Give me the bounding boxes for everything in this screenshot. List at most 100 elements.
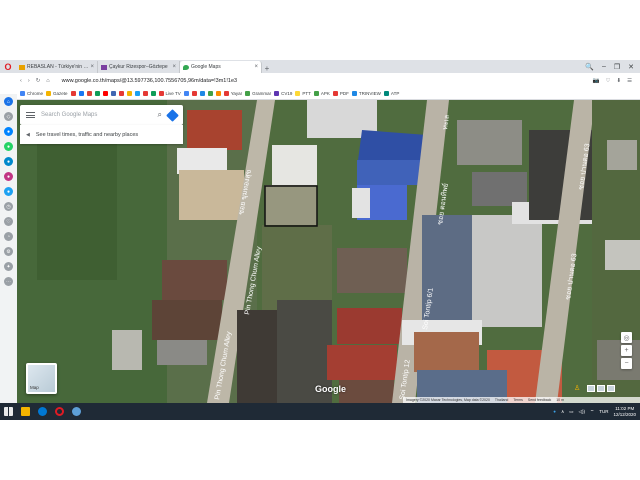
bookmark-item[interactable] bbox=[215, 91, 221, 96]
bookmark-item[interactable] bbox=[150, 91, 156, 96]
messenger-icon[interactable]: ● bbox=[4, 127, 13, 136]
map-controls: ◎ + − bbox=[621, 332, 632, 369]
bookmark-item[interactable]: Live TV bbox=[158, 91, 181, 96]
satellite-map[interactable]: ซอย ขุมทองสุข Pin Thong Chum Alley Pin T… bbox=[17, 100, 640, 403]
zoom-in-button[interactable]: + bbox=[621, 345, 632, 356]
close-window-icon[interactable]: ✕ bbox=[628, 63, 634, 71]
bookmark-item[interactable] bbox=[126, 91, 132, 96]
minimize-icon[interactable]: – bbox=[602, 63, 606, 71]
forward-icon[interactable]: › bbox=[28, 78, 30, 84]
opera-logo-icon[interactable]: O bbox=[0, 60, 16, 73]
new-tab-button[interactable]: + bbox=[262, 64, 272, 73]
scale-label[interactable]: 10 m bbox=[556, 398, 564, 402]
bookmark-item[interactable]: ATP bbox=[383, 91, 399, 96]
map-layers-toggle[interactable]: Map bbox=[26, 363, 57, 394]
imagery-thumbnail[interactable] bbox=[597, 385, 605, 392]
settings-icon[interactable]: ⚙ bbox=[4, 247, 13, 256]
shield-icon[interactable]: ◇ bbox=[4, 112, 13, 121]
directions-icon[interactable] bbox=[166, 108, 179, 122]
menu-icon[interactable] bbox=[26, 112, 35, 118]
bookmark-item[interactable]: PDF bbox=[332, 91, 349, 96]
photos-icon[interactable] bbox=[72, 407, 81, 416]
more-icon[interactable]: ⋯ bbox=[4, 277, 13, 286]
bookmark-favicon-icon bbox=[102, 91, 108, 96]
imagery-thumbnail[interactable] bbox=[587, 385, 595, 392]
send-feedback-link[interactable]: Send feedback bbox=[528, 398, 551, 402]
bookmark-item[interactable] bbox=[78, 91, 84, 96]
battery-icon[interactable]: ▭ bbox=[569, 409, 573, 415]
terms-link[interactable]: Terms bbox=[513, 398, 523, 402]
imagery-thumbnail[interactable] bbox=[607, 385, 615, 392]
bookmark-heart-icon[interactable]: ♡ bbox=[606, 78, 611, 84]
bookmark-item[interactable]: Yayar bbox=[223, 91, 243, 96]
taskbar-clock[interactable]: 11:02 PM 12/12/2020 bbox=[613, 406, 636, 418]
tab-google-maps[interactable]: Google Maps × bbox=[180, 61, 262, 73]
snapshot-icon[interactable]: 📷 bbox=[593, 78, 600, 84]
bookmark-item[interactable] bbox=[94, 91, 100, 96]
bookmark-item[interactable] bbox=[118, 91, 124, 96]
history-icon[interactable]: ◷ bbox=[4, 202, 13, 211]
url-path: /maps/@13.597736,100.7556705,96m/data=!3… bbox=[104, 77, 238, 84]
search-input[interactable]: Search Google Maps bbox=[41, 112, 152, 118]
collapse-arrow-icon[interactable]: ◀ bbox=[26, 132, 30, 138]
bookmark-label: Yayar bbox=[230, 91, 243, 96]
bookmark-item[interactable] bbox=[191, 91, 197, 96]
download-icon[interactable]: ⬇ bbox=[616, 78, 621, 84]
bookmark-item[interactable]: Grammar bbox=[245, 91, 271, 96]
reload-icon[interactable]: ↻ bbox=[36, 78, 41, 84]
back-icon[interactable]: ‹ bbox=[20, 78, 22, 84]
bookmark-item[interactable] bbox=[102, 91, 108, 96]
address-bar-actions: 📷 ♡ ⬇ ☰ bbox=[593, 78, 640, 84]
chevron-up-icon[interactable]: ∧ bbox=[561, 409, 564, 415]
bookmark-item[interactable] bbox=[110, 91, 116, 96]
opera-icon[interactable] bbox=[55, 407, 64, 416]
travel-times-prompt[interactable]: ◀ See travel times, traffic and nearby p… bbox=[20, 125, 183, 144]
tab-close-icon[interactable]: × bbox=[90, 64, 94, 70]
volume-icon[interactable]: ◁)) bbox=[579, 409, 585, 415]
file-explorer-icon[interactable] bbox=[21, 407, 30, 416]
pegman-icon[interactable]: ♙ bbox=[574, 384, 583, 394]
url-field[interactable]: www.google.co.th/maps/@13.597736,100.755… bbox=[62, 78, 237, 84]
bookmark-item[interactable]: Gazete bbox=[46, 91, 68, 96]
bookmark-item[interactable]: TRINVIEW bbox=[351, 91, 381, 96]
instagram-icon[interactable]: ● bbox=[4, 172, 13, 181]
bookmark-item[interactable]: PTT bbox=[295, 91, 311, 96]
zoom-out-button[interactable]: − bbox=[621, 358, 632, 369]
bookmark-item[interactable] bbox=[86, 91, 92, 96]
bulb-icon[interactable]: ✦ bbox=[4, 262, 13, 271]
tab-search-icon[interactable]: 🔍 bbox=[585, 63, 594, 71]
bookmark-item[interactable]: APK bbox=[313, 91, 330, 96]
tray-app-icon[interactable]: ● bbox=[553, 409, 556, 414]
wifi-icon[interactable]: ⌔ bbox=[590, 409, 594, 415]
language-indicator[interactable]: TUR bbox=[599, 409, 608, 414]
clock-icon[interactable]: ◔ bbox=[4, 232, 13, 241]
bookmark-item[interactable] bbox=[142, 91, 148, 96]
easy-setup-icon[interactable]: ☰ bbox=[627, 78, 632, 84]
bookmark-item[interactable] bbox=[207, 91, 213, 96]
bookmark-item[interactable] bbox=[199, 91, 205, 96]
tab-rebaslan[interactable]: REBASLAN - Türkiye'nin e... × bbox=[16, 61, 98, 73]
bookmark-label: Chrome bbox=[27, 91, 44, 96]
region-link[interactable]: Thailand bbox=[495, 398, 508, 402]
bookmark-item[interactable] bbox=[70, 91, 76, 96]
google-logo: Google bbox=[315, 384, 346, 394]
home-icon[interactable]: ⌂ bbox=[4, 97, 13, 106]
bookmark-item[interactable]: CV19 bbox=[274, 91, 292, 96]
maximize-icon[interactable]: ❐ bbox=[614, 63, 620, 71]
search-icon[interactable]: ⌕ bbox=[158, 110, 162, 120]
compass-icon[interactable]: ◎ bbox=[621, 332, 632, 343]
tab-rizespor[interactable]: Çaykur Rizespor–Göztepe × bbox=[98, 61, 180, 73]
bookmark-item[interactable] bbox=[183, 91, 189, 96]
bookmark-item[interactable]: Chrome bbox=[20, 91, 43, 96]
home-icon[interactable]: ⌂ bbox=[46, 78, 49, 84]
vk-icon[interactable]: ● bbox=[4, 187, 13, 196]
bookmark-item[interactable] bbox=[134, 91, 140, 96]
tab-close-icon[interactable]: × bbox=[254, 64, 258, 70]
windows-start-icon[interactable] bbox=[4, 407, 13, 416]
edge-icon[interactable] bbox=[38, 407, 47, 416]
telegram-icon[interactable]: ● bbox=[4, 157, 13, 166]
tab-close-icon[interactable]: × bbox=[172, 64, 176, 70]
bookmark-favicon-icon bbox=[191, 91, 197, 96]
whatsapp-icon[interactable]: ● bbox=[4, 142, 13, 151]
heart-icon[interactable]: ♡ bbox=[4, 217, 13, 226]
